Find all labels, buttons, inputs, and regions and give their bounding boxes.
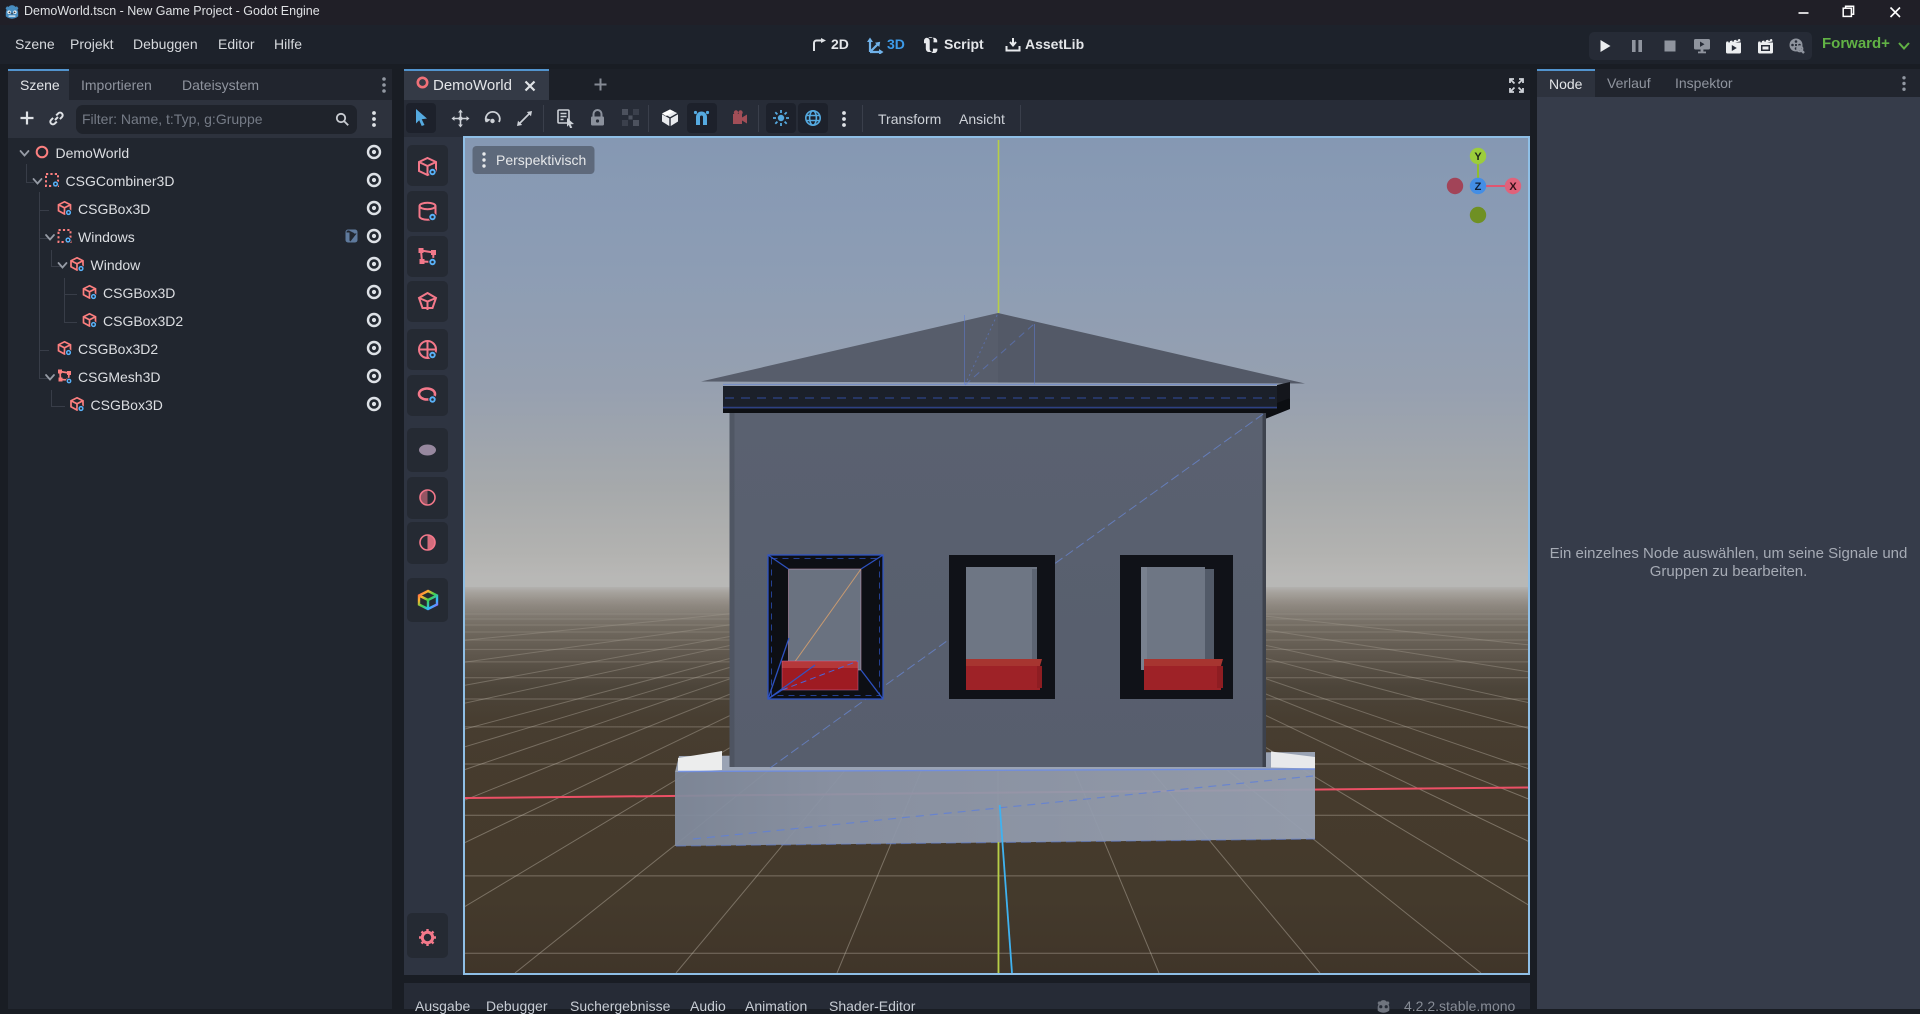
svg-text:Y: Y [1474, 151, 1482, 163]
svg-text:X: X [1509, 181, 1517, 193]
svg-text:Z: Z [1475, 181, 1482, 193]
svg-text:Perspektivisch: Perspektivisch [496, 152, 586, 168]
